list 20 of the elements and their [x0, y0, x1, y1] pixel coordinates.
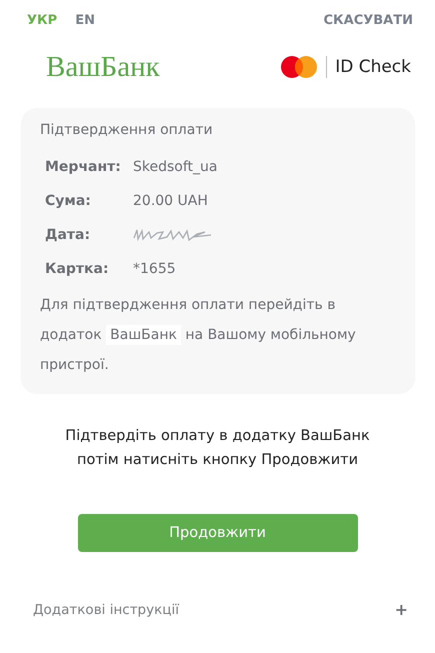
continue-button[interactable]: Продовжити	[78, 514, 358, 552]
cancel-link[interactable]: СКАСУВАТИ	[323, 12, 413, 28]
detail-label: Дата:	[45, 227, 92, 243]
language-tab[interactable]: УКР	[27, 12, 58, 28]
scribble-icon	[133, 228, 213, 242]
two-circles-logo-icon	[280, 55, 318, 79]
instruction-text: Підтвердіть оплату в додатку ВашБанк потім натисніть кнопку Продовжити	[64, 427, 371, 470]
confirmation-note: Для підтвердження оплати перейдіть в додаток ВашБанк на Вашому мобільному пристрої.	[40, 296, 357, 375]
detail-value: Skedsoft_ua	[133, 159, 218, 175]
detail-value: *1655	[133, 261, 177, 277]
expand-toggle[interactable]: +	[394, 600, 408, 619]
detail-label: Сума:	[45, 193, 92, 209]
id-check-label: ID Check	[326, 56, 411, 78]
detail-label: Мерчант:	[45, 159, 122, 175]
bank-logo: ВашБанк	[46, 50, 160, 84]
detail-value: 20.00 UAH	[133, 193, 209, 209]
detail-label: Картка:	[45, 261, 110, 277]
extra-instructions-link[interactable]: Додаткові інструкції	[33, 602, 179, 618]
language-tab[interactable]: EN	[75, 12, 95, 28]
card-title: Підтвердження оплати	[40, 122, 214, 138]
